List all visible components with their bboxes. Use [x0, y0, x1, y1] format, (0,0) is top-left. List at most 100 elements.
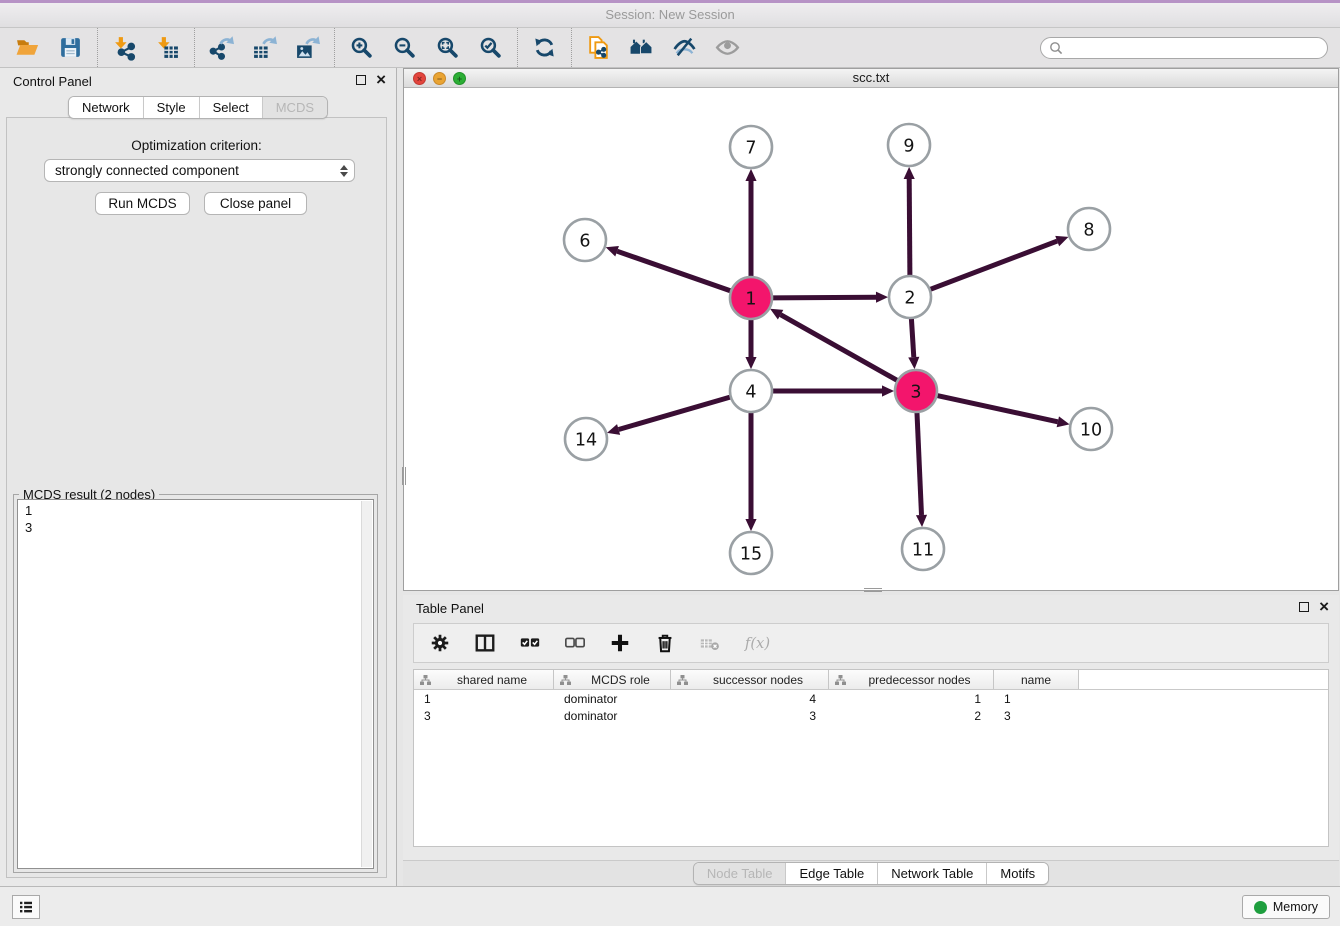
- apply-function-button: f(x): [743, 631, 767, 655]
- column-header-successor-nodes[interactable]: successor nodes: [671, 670, 829, 689]
- table-cell[interactable]: 3: [671, 709, 829, 723]
- table-cell[interactable]: dominator: [554, 692, 671, 706]
- column-settings-button[interactable]: [428, 631, 452, 655]
- maximize-window-icon[interactable]: +: [453, 72, 466, 85]
- table-cell[interactable]: dominator: [554, 709, 671, 723]
- graph-edge-1-6[interactable]: [617, 251, 732, 291]
- zoom-in-button[interactable]: [348, 34, 375, 61]
- graph-edge-3-10[interactable]: [936, 395, 1058, 422]
- tab-edge-table[interactable]: Edge Table: [785, 863, 877, 884]
- add-row-button[interactable]: [608, 631, 632, 655]
- column-header-predecessor-nodes[interactable]: predecessor nodes: [829, 670, 994, 689]
- tab-mcds[interactable]: MCDS: [262, 97, 327, 118]
- column-header-name[interactable]: name: [994, 670, 1079, 689]
- graph-node-11[interactable]: 11: [902, 528, 944, 570]
- graph-edge-3-1[interactable]: [781, 315, 899, 382]
- graph-node-7[interactable]: 7: [730, 126, 772, 168]
- table-cell[interactable]: 1: [414, 692, 554, 706]
- criterion-select[interactable]: strongly connected component: [44, 159, 355, 182]
- import-table-icon: [155, 35, 180, 60]
- table-cell[interactable]: 2: [829, 709, 994, 723]
- float-table-panel-icon[interactable]: [1299, 602, 1309, 612]
- vertical-split-handle[interactable]: [402, 467, 406, 485]
- horizontal-split-handle[interactable]: [864, 588, 882, 592]
- hide-display-button[interactable]: [671, 34, 698, 61]
- table-cell[interactable]: 1: [994, 692, 1079, 706]
- tab-node-table[interactable]: Node Table: [694, 863, 786, 884]
- graph-edge-3-11[interactable]: [917, 411, 922, 515]
- delete-row-button[interactable]: [653, 631, 677, 655]
- open-file-button[interactable]: [14, 34, 41, 61]
- import-network-button[interactable]: [111, 34, 138, 61]
- float-panel-icon[interactable]: [356, 75, 366, 85]
- close-table-panel-icon[interactable]: ×: [1319, 601, 1329, 612]
- tab-network-table[interactable]: Network Table: [877, 863, 986, 884]
- minimize-window-icon[interactable]: −: [433, 72, 446, 85]
- graph-node-1[interactable]: 1: [730, 277, 772, 319]
- table-cell[interactable]: 1: [829, 692, 994, 706]
- result-scrollbar[interactable]: [361, 501, 372, 867]
- memory-button[interactable]: Memory: [1242, 895, 1330, 919]
- export-network-button[interactable]: [208, 34, 235, 61]
- graph-edge-1-2[interactable]: [771, 297, 876, 298]
- deselect-all-rows-button[interactable]: [563, 631, 587, 655]
- graph-node-15[interactable]: 15: [730, 532, 772, 574]
- select-all-rows-button[interactable]: [518, 631, 542, 655]
- graph-edge-2-3[interactable]: [911, 317, 914, 357]
- graph-node-10[interactable]: 10: [1070, 408, 1112, 450]
- network-canvas[interactable]: 7 9 6 8 1 2 4 3 14 10 15 11: [404, 88, 1338, 590]
- export-table-button[interactable]: [251, 34, 278, 61]
- close-panel-icon[interactable]: ×: [376, 74, 386, 85]
- search-field[interactable]: [1040, 37, 1328, 59]
- criterion-selected-value: strongly connected component: [55, 163, 239, 178]
- graph-node-14[interactable]: 14: [565, 418, 607, 460]
- run-mcds-button[interactable]: Run MCDS: [95, 192, 190, 215]
- svg-text:15: 15: [740, 544, 762, 564]
- mcds-result-textarea[interactable]: 13: [17, 499, 374, 869]
- tab-style[interactable]: Style: [143, 97, 199, 118]
- close-panel-button[interactable]: Close panel: [204, 192, 307, 215]
- graph-node-3[interactable]: 3: [895, 370, 937, 412]
- tab-network[interactable]: Network: [69, 97, 143, 118]
- table-cell[interactable]: 3: [414, 709, 554, 723]
- save-session-icon: [58, 35, 83, 60]
- duplicate-network-button[interactable]: [585, 34, 612, 61]
- graph-node-8[interactable]: 8: [1068, 208, 1110, 250]
- tab-motifs[interactable]: Motifs: [986, 863, 1048, 884]
- network-window-titlebar[interactable]: × − + scc.txt: [404, 69, 1338, 88]
- graph-node-4[interactable]: 4: [730, 370, 772, 412]
- graph-node-6[interactable]: 6: [564, 219, 606, 261]
- column-header-label: shared name: [434, 673, 550, 687]
- search-input[interactable]: [1067, 40, 1323, 56]
- zoom-fit-button[interactable]: [434, 34, 461, 61]
- column-header-MCDS-role[interactable]: MCDS role: [554, 670, 671, 689]
- svg-text:7: 7: [745, 138, 756, 158]
- graph-edge-4-14[interactable]: [619, 397, 732, 430]
- export-image-button[interactable]: [294, 34, 321, 61]
- column-header-shared-name[interactable]: shared name: [414, 670, 554, 689]
- zoom-out-button[interactable]: [391, 34, 418, 61]
- graph-node-2[interactable]: 2: [889, 276, 931, 318]
- network-graph[interactable]: 7 9 6 8 1 2 4 3 14 10 15 11: [404, 88, 1338, 590]
- save-session-button[interactable]: [57, 34, 84, 61]
- table-cell[interactable]: 4: [671, 692, 829, 706]
- graph-node-9[interactable]: 9: [888, 124, 930, 166]
- graph-edge-2-8[interactable]: [929, 241, 1057, 290]
- tree-icon: [559, 674, 572, 686]
- home-view-button[interactable]: [628, 34, 655, 61]
- panel-toggle-button[interactable]: [12, 895, 40, 919]
- close-window-icon[interactable]: ×: [413, 72, 426, 85]
- import-table-button[interactable]: [154, 34, 181, 61]
- home-view-icon: [629, 35, 654, 60]
- optimization-criterion-label: Optimization criterion:: [7, 138, 386, 153]
- table-row[interactable]: 3dominator323: [414, 707, 1328, 724]
- graph-edge-2-9[interactable]: [909, 179, 910, 277]
- window-titlebar[interactable]: Session: New Session: [0, 0, 1340, 28]
- pane-layout-button[interactable]: [473, 631, 497, 655]
- table-tabs-bar: Node TableEdge TableNetwork TableMotifs: [403, 860, 1339, 886]
- tab-select[interactable]: Select: [199, 97, 262, 118]
- table-cell[interactable]: 3: [994, 709, 1079, 723]
- table-row[interactable]: 1dominator411: [414, 690, 1328, 707]
- refresh-view-button[interactable]: [531, 34, 558, 61]
- zoom-selected-button[interactable]: [477, 34, 504, 61]
